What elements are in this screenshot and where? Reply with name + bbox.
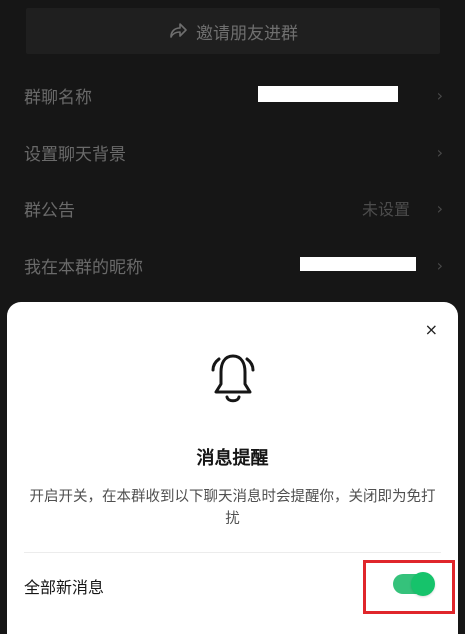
background-label: 设置聊天背景 xyxy=(24,144,126,165)
invite-friends-button[interactable]: 邀请朋友进群 xyxy=(26,8,440,54)
setting-row-announcement[interactable]: 群公告 未设置 › xyxy=(0,180,465,236)
notification-sheet: × 消息提醒 开启开关，在本群收到以下聊天消息时会提醒你，关闭即为免打扰 全部新… xyxy=(7,302,458,634)
announcement-label: 群公告 xyxy=(24,200,75,221)
chevron-right-icon: › xyxy=(436,142,443,162)
sheet-title: 消息提醒 xyxy=(196,448,269,469)
invite-label: 邀请朋友进群 xyxy=(196,23,298,44)
chevron-right-icon: › xyxy=(436,198,443,218)
group-name-label: 群聊名称 xyxy=(24,87,92,108)
chevron-right-icon: › xyxy=(436,255,443,275)
setting-row-group-name[interactable]: 群聊名称 › xyxy=(0,67,465,123)
chevron-right-icon: › xyxy=(436,85,443,105)
nickname-label: 我在本群的昵称 xyxy=(24,257,143,278)
highlight-box xyxy=(363,560,455,614)
sheet-description: 开启开关，在本群收到以下聊天消息时会提醒你，关闭即为免打扰 xyxy=(29,489,436,527)
nickname-redacted xyxy=(300,257,416,271)
setting-row-nickname[interactable]: 我在本群的昵称 › xyxy=(0,237,465,293)
group-settings-page: 邀请朋友进群 群聊名称 › 设置聊天背景 › 群公告 未设置 › 我在本群的昵称… xyxy=(0,0,465,634)
setting-row-background[interactable]: 设置聊天背景 › xyxy=(0,124,465,180)
bell-icon xyxy=(211,354,254,403)
divider xyxy=(24,552,441,553)
group-name-redacted xyxy=(258,86,398,102)
all-messages-label: 全部新消息 xyxy=(24,578,105,597)
announcement-value: 未设置 xyxy=(361,200,410,219)
share-icon xyxy=(170,23,187,38)
close-icon[interactable]: × xyxy=(425,320,438,339)
